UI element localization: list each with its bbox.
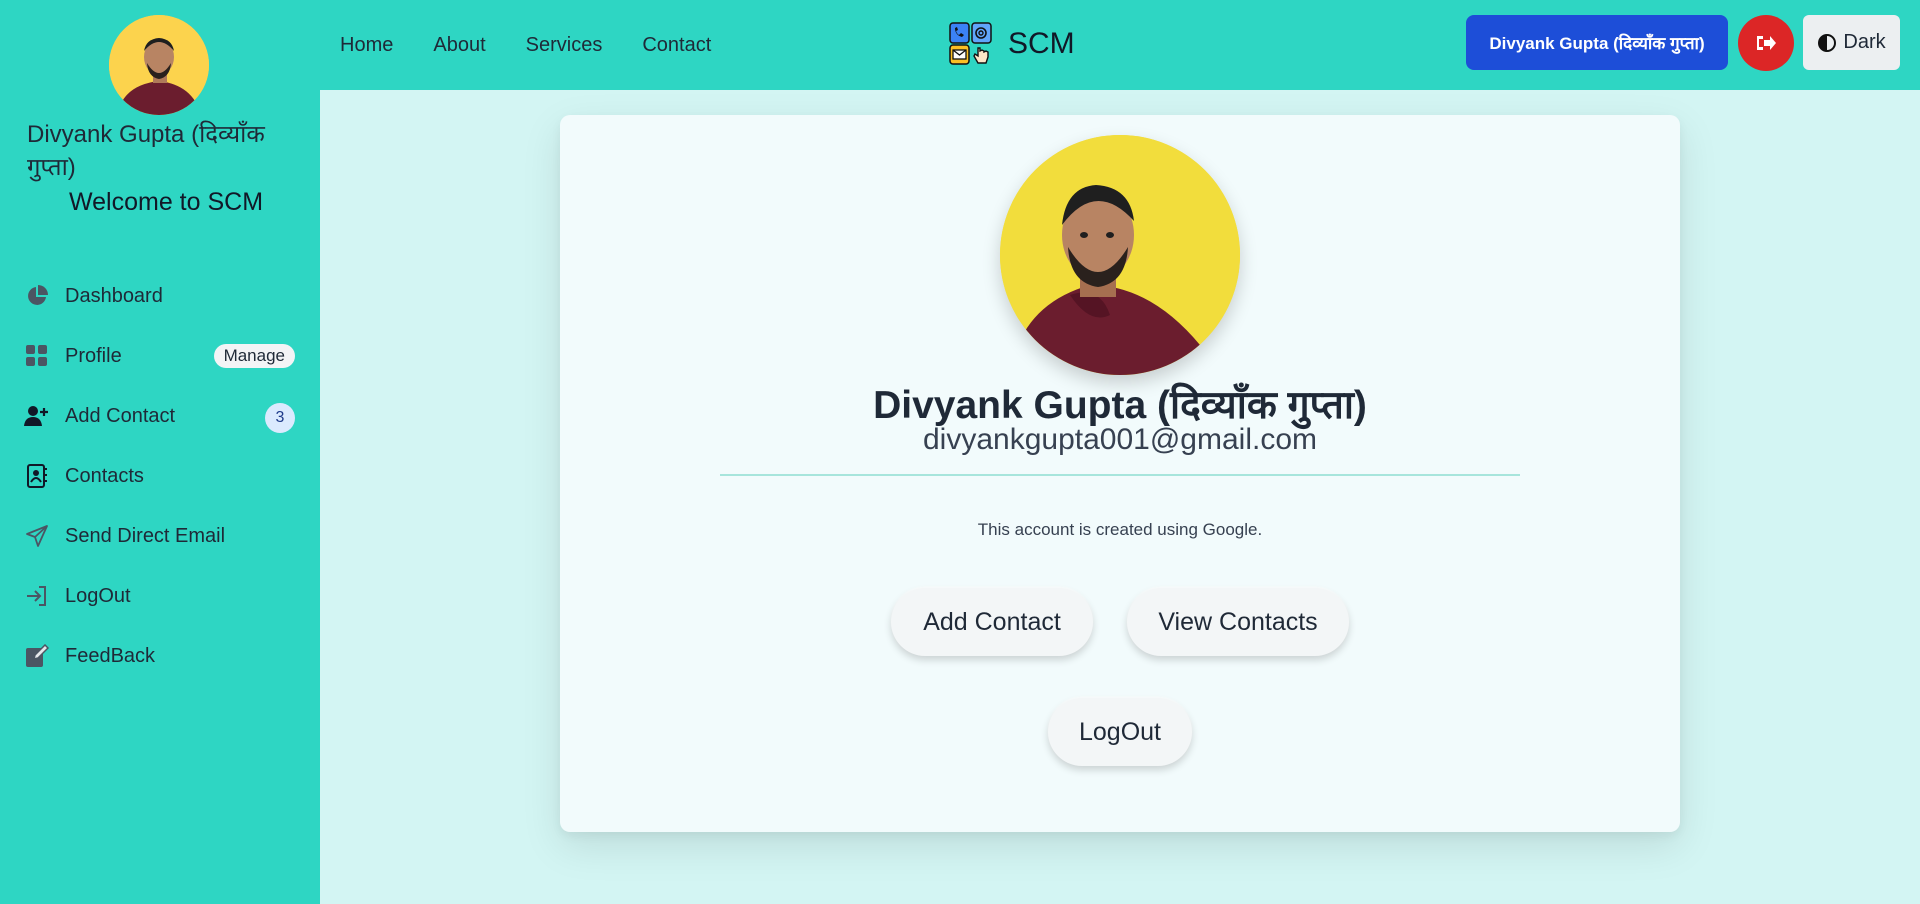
nav-link-about[interactable]: About bbox=[433, 34, 485, 57]
sidebar-item-label: Dashboard bbox=[65, 284, 163, 307]
sidebar-item-label: Contacts bbox=[65, 464, 144, 487]
logout-round-button[interactable] bbox=[1738, 15, 1794, 71]
contact-count-badge: 3 bbox=[265, 403, 295, 433]
sidebar: Divyank Gupta (दिव्याँक गुप्ता) Welcome … bbox=[0, 0, 320, 904]
user-plus-icon bbox=[24, 403, 50, 429]
sidebar-item-send-email[interactable]: Send Direct Email bbox=[0, 506, 320, 566]
nav-link-home[interactable]: Home bbox=[340, 34, 393, 57]
grid-icon bbox=[24, 343, 50, 369]
scm-logo-icon bbox=[949, 22, 992, 65]
sidebar-item-label: Profile bbox=[65, 344, 122, 367]
sidebar-user-name: Divyank Gupta (दिव्याँक गुप्ता) bbox=[27, 121, 265, 181]
sign-out-icon bbox=[1757, 36, 1776, 50]
paper-plane-icon bbox=[24, 523, 50, 549]
profile-email: divyankgupta001@gmail.com bbox=[923, 423, 1317, 456]
sidebar-item-label: FeedBack bbox=[65, 644, 156, 667]
sign-in-icon bbox=[24, 583, 50, 609]
sidebar-item-profile[interactable]: Profile Manage bbox=[0, 326, 320, 386]
sidebar-item-feedback[interactable]: FeedBack bbox=[0, 626, 320, 686]
sidebar-item-label: LogOut bbox=[65, 584, 131, 607]
sidebar-item-label: Send Direct Email bbox=[65, 524, 226, 547]
view-contacts-button[interactable]: View Contacts bbox=[1127, 588, 1349, 656]
brand[interactable]: SCM bbox=[948, 20, 1075, 68]
sidebar-welcome: Welcome to SCM bbox=[68, 188, 264, 216]
sidebar-menu: Dashboard Profile Manage Add Contact 3 C… bbox=[0, 266, 320, 686]
profile-avatar bbox=[1000, 135, 1240, 375]
logout-button[interactable]: LogOut bbox=[1048, 698, 1192, 766]
edit-icon bbox=[24, 643, 50, 669]
sidebar-item-add-contact[interactable]: Add Contact 3 bbox=[0, 386, 320, 446]
add-contact-button[interactable]: Add Contact bbox=[891, 588, 1093, 656]
profile-photo bbox=[1000, 135, 1240, 375]
theme-toggle-button[interactable]: Dark bbox=[1803, 15, 1900, 70]
account-source-note: This account is created using Google. bbox=[977, 520, 1263, 539]
sidebar-item-label: Add Contact bbox=[65, 404, 176, 427]
address-book-icon bbox=[24, 463, 50, 489]
sidebar-avatar bbox=[109, 15, 209, 115]
manage-badge: Manage bbox=[213, 344, 295, 368]
user-photo bbox=[109, 15, 209, 115]
sidebar-item-logout[interactable]: LogOut bbox=[0, 566, 320, 626]
nav-link-contact[interactable]: Contact bbox=[642, 34, 711, 57]
sidebar-item-contacts[interactable]: Contacts bbox=[0, 446, 320, 506]
profile-card: Divyank Gupta (दिव्याँक गुप्ता) divyankg… bbox=[560, 115, 1680, 832]
brand-name: SCM bbox=[1008, 27, 1075, 60]
contrast-icon bbox=[1818, 33, 1837, 52]
theme-toggle-label: Dark bbox=[1843, 31, 1886, 53]
divider bbox=[720, 474, 1520, 476]
nav-link-services[interactable]: Services bbox=[526, 34, 603, 57]
sidebar-item-dashboard[interactable]: Dashboard bbox=[0, 266, 320, 326]
pie-chart-icon bbox=[24, 283, 50, 309]
nav-links: Home About Services Contact bbox=[340, 0, 711, 90]
user-name-button[interactable]: Divyank Gupta (दिव्याँक गुप्ता) bbox=[1466, 15, 1728, 70]
